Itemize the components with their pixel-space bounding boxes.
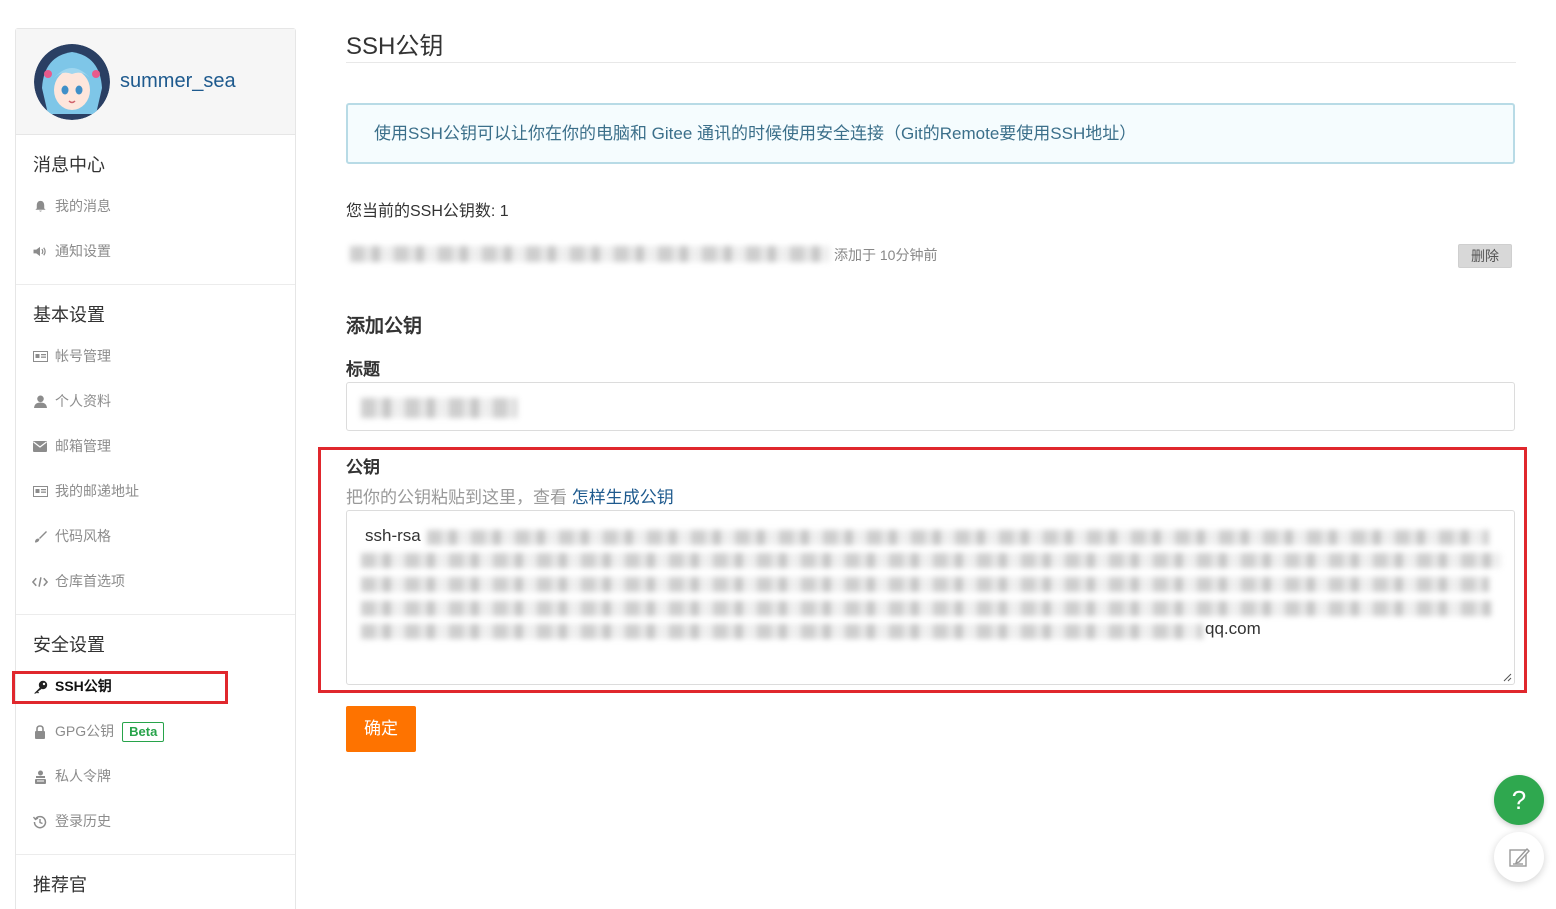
settings-sidebar: summer_sea 消息中心 我的消息 通知设置 基本设置 帐号管理 个人资料… bbox=[12, 28, 296, 909]
pubkey-redacted-line bbox=[427, 530, 1489, 545]
sidebar-item-notification-settings[interactable]: 通知设置 bbox=[16, 229, 295, 274]
pubkey-redacted-line bbox=[361, 601, 1491, 616]
title-value-redacted bbox=[361, 398, 517, 418]
pubkey-textarea[interactable]: ssh-rsa qq.com bbox=[346, 510, 1515, 685]
hint-text: 把你的公钥粘贴到这里，查看 bbox=[346, 488, 572, 507]
sidebar-item-ssh-keys[interactable]: SSH公钥 bbox=[12, 664, 295, 709]
sidebar-item-my-messages[interactable]: 我的消息 bbox=[16, 184, 295, 229]
page-title: SSH公钥 bbox=[346, 33, 444, 60]
brush-icon bbox=[32, 529, 48, 545]
sidebar-item-account[interactable]: 帐号管理 bbox=[16, 334, 295, 379]
sidebar-item-email[interactable]: 邮箱管理 bbox=[16, 424, 295, 469]
sidebar-item-label: 帐号管理 bbox=[55, 348, 111, 364]
sidebar-item-label: 通知设置 bbox=[55, 243, 111, 259]
history-icon bbox=[32, 814, 48, 830]
group-title: 基本设置 bbox=[33, 305, 105, 325]
sidebar-item-private-tokens[interactable]: 私人令牌 bbox=[16, 754, 295, 799]
sidebar-item-label: 我的消息 bbox=[55, 198, 111, 214]
group-referral: 推荐官 bbox=[16, 855, 295, 909]
group-title: 安全设置 bbox=[33, 635, 105, 655]
sidebar-item-label: 邮箱管理 bbox=[55, 438, 111, 454]
speaker-icon bbox=[32, 244, 48, 260]
pubkey-redacted-line bbox=[361, 577, 1489, 592]
pubkey-label: 公钥 bbox=[346, 458, 380, 477]
sidebar-item-label: 个人资料 bbox=[55, 393, 111, 409]
how-to-generate-link[interactable]: 怎样生成公钥 bbox=[572, 488, 674, 507]
submit-button[interactable]: 确定 bbox=[346, 706, 416, 752]
pubkey-suffix: qq.com bbox=[1205, 619, 1261, 638]
avatar[interactable] bbox=[34, 43, 110, 120]
beta-badge: Beta bbox=[122, 721, 165, 742]
add-key-heading: 添加公钥 bbox=[346, 316, 423, 337]
bell-icon bbox=[32, 199, 48, 215]
pubkey-prefix: ssh-rsa bbox=[365, 526, 421, 545]
code-icon bbox=[32, 574, 48, 590]
highlight-box bbox=[12, 671, 228, 704]
lock-icon bbox=[32, 724, 48, 740]
sidebar-item-repo-preferences[interactable]: 仓库首选项 bbox=[16, 559, 295, 604]
sidebar-item-label: 仓库首选项 bbox=[55, 573, 125, 589]
sidebar-item-address[interactable]: 我的邮递地址 bbox=[16, 469, 295, 514]
sidebar-item-label: 登录历史 bbox=[55, 813, 111, 829]
address-card-icon bbox=[32, 484, 48, 500]
pubkey-hint: 把你的公钥粘贴到这里，查看 怎样生成公钥 bbox=[346, 483, 674, 508]
help-button[interactable]: ? bbox=[1494, 775, 1544, 825]
sidebar-item-gpg-keys[interactable]: GPG公钥 Beta bbox=[16, 709, 295, 754]
ssh-key-fingerprint-redacted bbox=[350, 246, 830, 262]
info-message: 使用SSH公钥可以让你在你的电脑和 Gitee 通讯的时候使用安全连接（Git的… bbox=[346, 103, 1515, 164]
title-label: 标题 bbox=[346, 360, 380, 379]
sidebar-item-label: 我的邮递地址 bbox=[55, 483, 139, 499]
profile-header: summer_sea bbox=[16, 29, 295, 135]
envelope-icon bbox=[32, 439, 48, 455]
edit-icon bbox=[1509, 847, 1530, 867]
sidebar-item-label: 私人令牌 bbox=[55, 768, 111, 784]
feedback-button[interactable] bbox=[1494, 832, 1544, 882]
key-count: 您当前的SSH公钥数: 1 bbox=[346, 203, 509, 220]
sidebar-item-label: 代码风格 bbox=[55, 528, 111, 544]
ssh-key-row: 添加于 10分钟前 删除 bbox=[346, 240, 1516, 270]
id-card-icon bbox=[32, 349, 48, 365]
pubkey-redacted-line bbox=[361, 553, 1501, 568]
group-title: 消息中心 bbox=[33, 155, 105, 175]
user-icon bbox=[32, 394, 48, 410]
sidebar-item-label: GPG公钥 bbox=[55, 723, 115, 739]
token-icon bbox=[32, 769, 48, 785]
group-basic-settings: 基本设置 帐号管理 个人资料 邮箱管理 我的邮递地址 代码风格 仓库首选项 bbox=[16, 285, 295, 615]
pubkey-redacted-line bbox=[361, 624, 1203, 639]
group-title: 推荐官 bbox=[33, 875, 87, 895]
resize-handle-icon[interactable] bbox=[1502, 672, 1512, 682]
group-messages: 消息中心 我的消息 通知设置 bbox=[16, 135, 295, 285]
delete-key-button[interactable]: 删除 bbox=[1458, 244, 1512, 268]
group-security-settings: 安全设置 SSH公钥 GPG公钥 Beta 私人令牌 登录历史 bbox=[12, 615, 295, 855]
key-title-input[interactable] bbox=[346, 382, 1515, 431]
title-divider bbox=[346, 62, 1516, 63]
sidebar-item-login-history[interactable]: 登录历史 bbox=[16, 799, 295, 844]
sidebar-item-profile[interactable]: 个人资料 bbox=[16, 379, 295, 424]
username[interactable]: summer_sea bbox=[120, 70, 236, 93]
key-added-time: 添加于 10分钟前 bbox=[834, 247, 938, 263]
sidebar-item-code-style[interactable]: 代码风格 bbox=[16, 514, 295, 559]
